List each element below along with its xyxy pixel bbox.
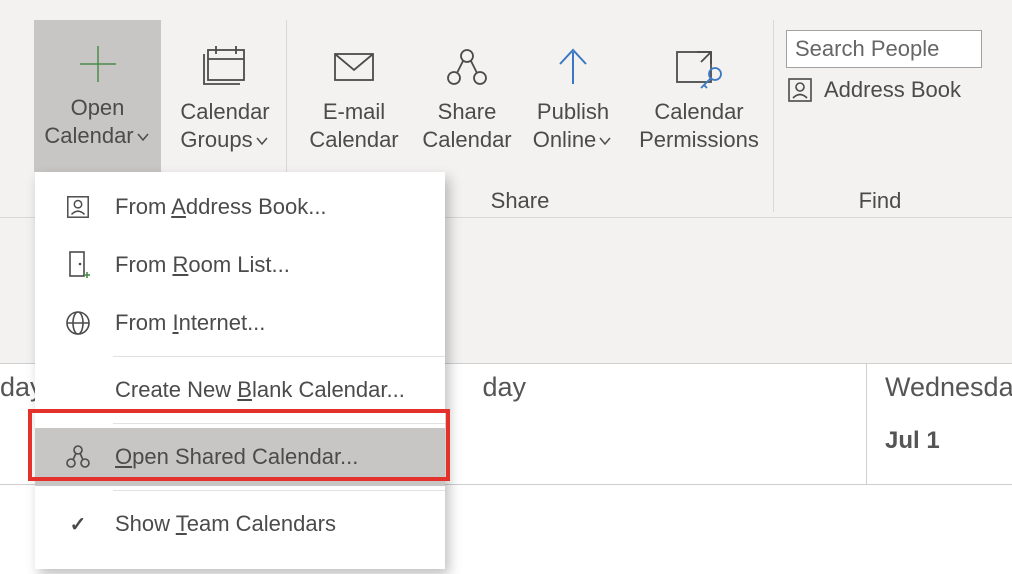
address-book-button[interactable]: Address Book: [786, 76, 961, 104]
menu-separator: [113, 356, 445, 357]
open-calendar-dropdown: From Address Book... From Room List... F…: [35, 172, 445, 569]
arrow-up-icon: [548, 44, 598, 90]
envelope-icon: [329, 44, 379, 90]
menu-from-internet[interactable]: From Internet...: [35, 294, 445, 352]
calendar-key-icon: [671, 44, 727, 90]
ribbon-separator: [773, 20, 774, 212]
day-date: Jul 1: [885, 427, 1012, 455]
share-nodes-icon: [64, 443, 92, 471]
email-calendar-button[interactable]: E-mail Calendar: [300, 44, 408, 154]
share-calendar-label-line1: Share: [413, 98, 521, 126]
address-book-icon: [65, 194, 91, 220]
search-people-input[interactable]: [786, 30, 982, 68]
check-icon: ✓: [70, 512, 87, 537]
open-calendar-button[interactable]: Open Calendar: [34, 20, 161, 172]
calendar-groups-button[interactable]: Calendar Groups: [170, 44, 280, 154]
day-name: Wednesda: [885, 372, 1012, 403]
calendar-permissions-label-line1: Calendar: [628, 98, 770, 126]
menu-label: Show Team Calendars: [115, 511, 336, 537]
calendar-groups-label-line2: Groups: [170, 126, 280, 154]
chevron-down-icon: [135, 129, 151, 145]
menu-create-new-blank-calendar[interactable]: Create New Blank Calendar...: [35, 361, 445, 419]
ribbon-group-label-find: Find: [840, 188, 920, 214]
address-book-label: Address Book: [824, 77, 961, 103]
door-plus-icon: [65, 250, 91, 280]
email-calendar-label-line1: E-mail: [300, 98, 408, 126]
menu-label: Create New Blank Calendar...: [115, 377, 405, 403]
email-calendar-label-line2: Calendar: [300, 126, 408, 154]
ribbon-group-label-share: Share: [470, 188, 570, 214]
share-calendar-button[interactable]: Share Calendar: [413, 44, 521, 154]
menu-label: From Address Book...: [115, 194, 327, 220]
calendar-stack-icon: [198, 44, 252, 90]
open-calendar-label-line1: Open: [34, 94, 161, 122]
publish-online-label-line2: Online: [523, 126, 623, 154]
publish-online-label-line1: Publish: [523, 98, 623, 126]
chevron-down-icon: [597, 133, 613, 149]
open-calendar-label-line2: Calendar: [34, 122, 161, 150]
menu-label: Open Shared Calendar...: [115, 444, 358, 470]
calendar-permissions-label-line2: Permissions: [628, 126, 770, 154]
share-calendar-label-line2: Calendar: [413, 126, 521, 154]
menu-open-shared-calendar[interactable]: Open Shared Calendar...: [35, 428, 445, 486]
menu-from-address-book[interactable]: From Address Book...: [35, 178, 445, 236]
menu-label: From Room List...: [115, 252, 290, 278]
menu-label: From Internet...: [115, 310, 265, 336]
address-book-icon: [786, 76, 814, 104]
day-column-header: Wednesda Jul 1: [867, 364, 1012, 484]
menu-separator: [113, 423, 445, 424]
globe-icon: [64, 309, 92, 337]
share-nodes-icon: [442, 44, 492, 90]
menu-show-team-calendars[interactable]: ✓ Show Team Calendars: [35, 495, 445, 553]
menu-from-room-list[interactable]: From Room List...: [35, 236, 445, 294]
plus-icon: [76, 42, 120, 86]
chevron-down-icon: [254, 133, 270, 149]
calendar-permissions-button[interactable]: Calendar Permissions: [628, 44, 770, 154]
calendar-groups-label-line1: Calendar: [170, 98, 280, 126]
menu-separator: [113, 490, 445, 491]
publish-online-button[interactable]: Publish Online: [523, 44, 623, 154]
